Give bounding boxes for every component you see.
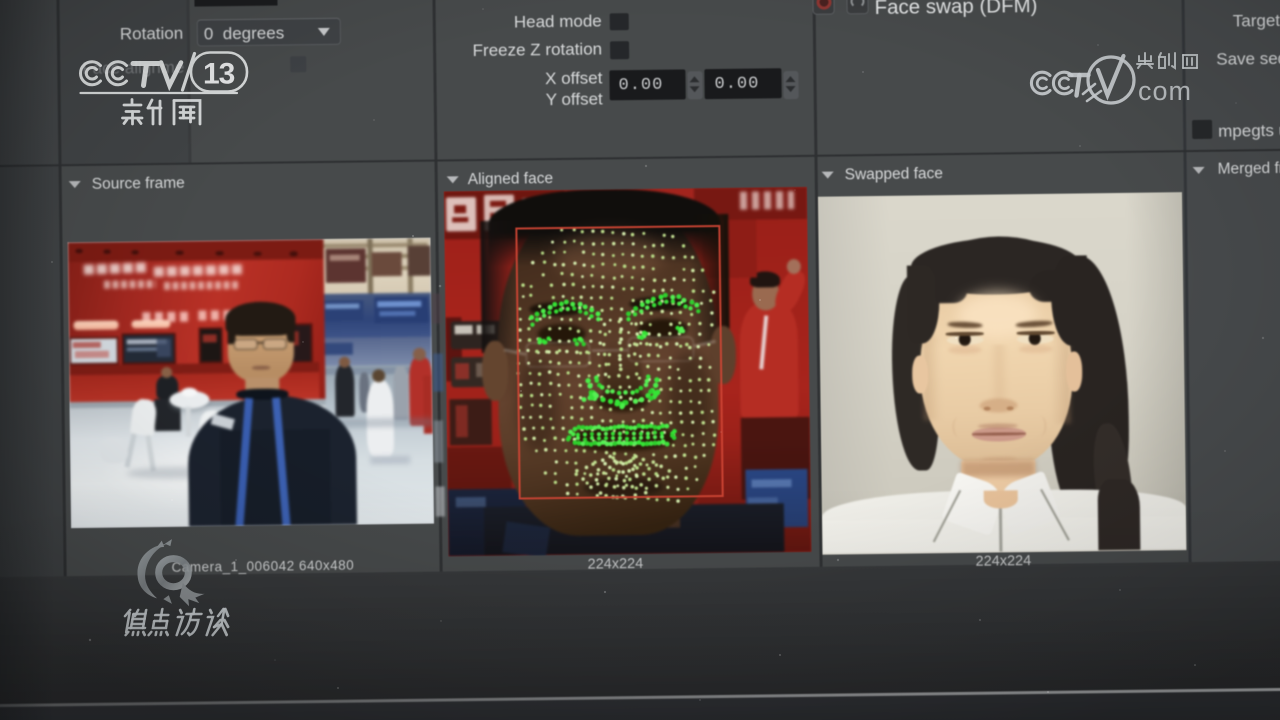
svg-text:13: 13 xyxy=(203,58,235,91)
svg-text:com: com xyxy=(1138,76,1192,106)
